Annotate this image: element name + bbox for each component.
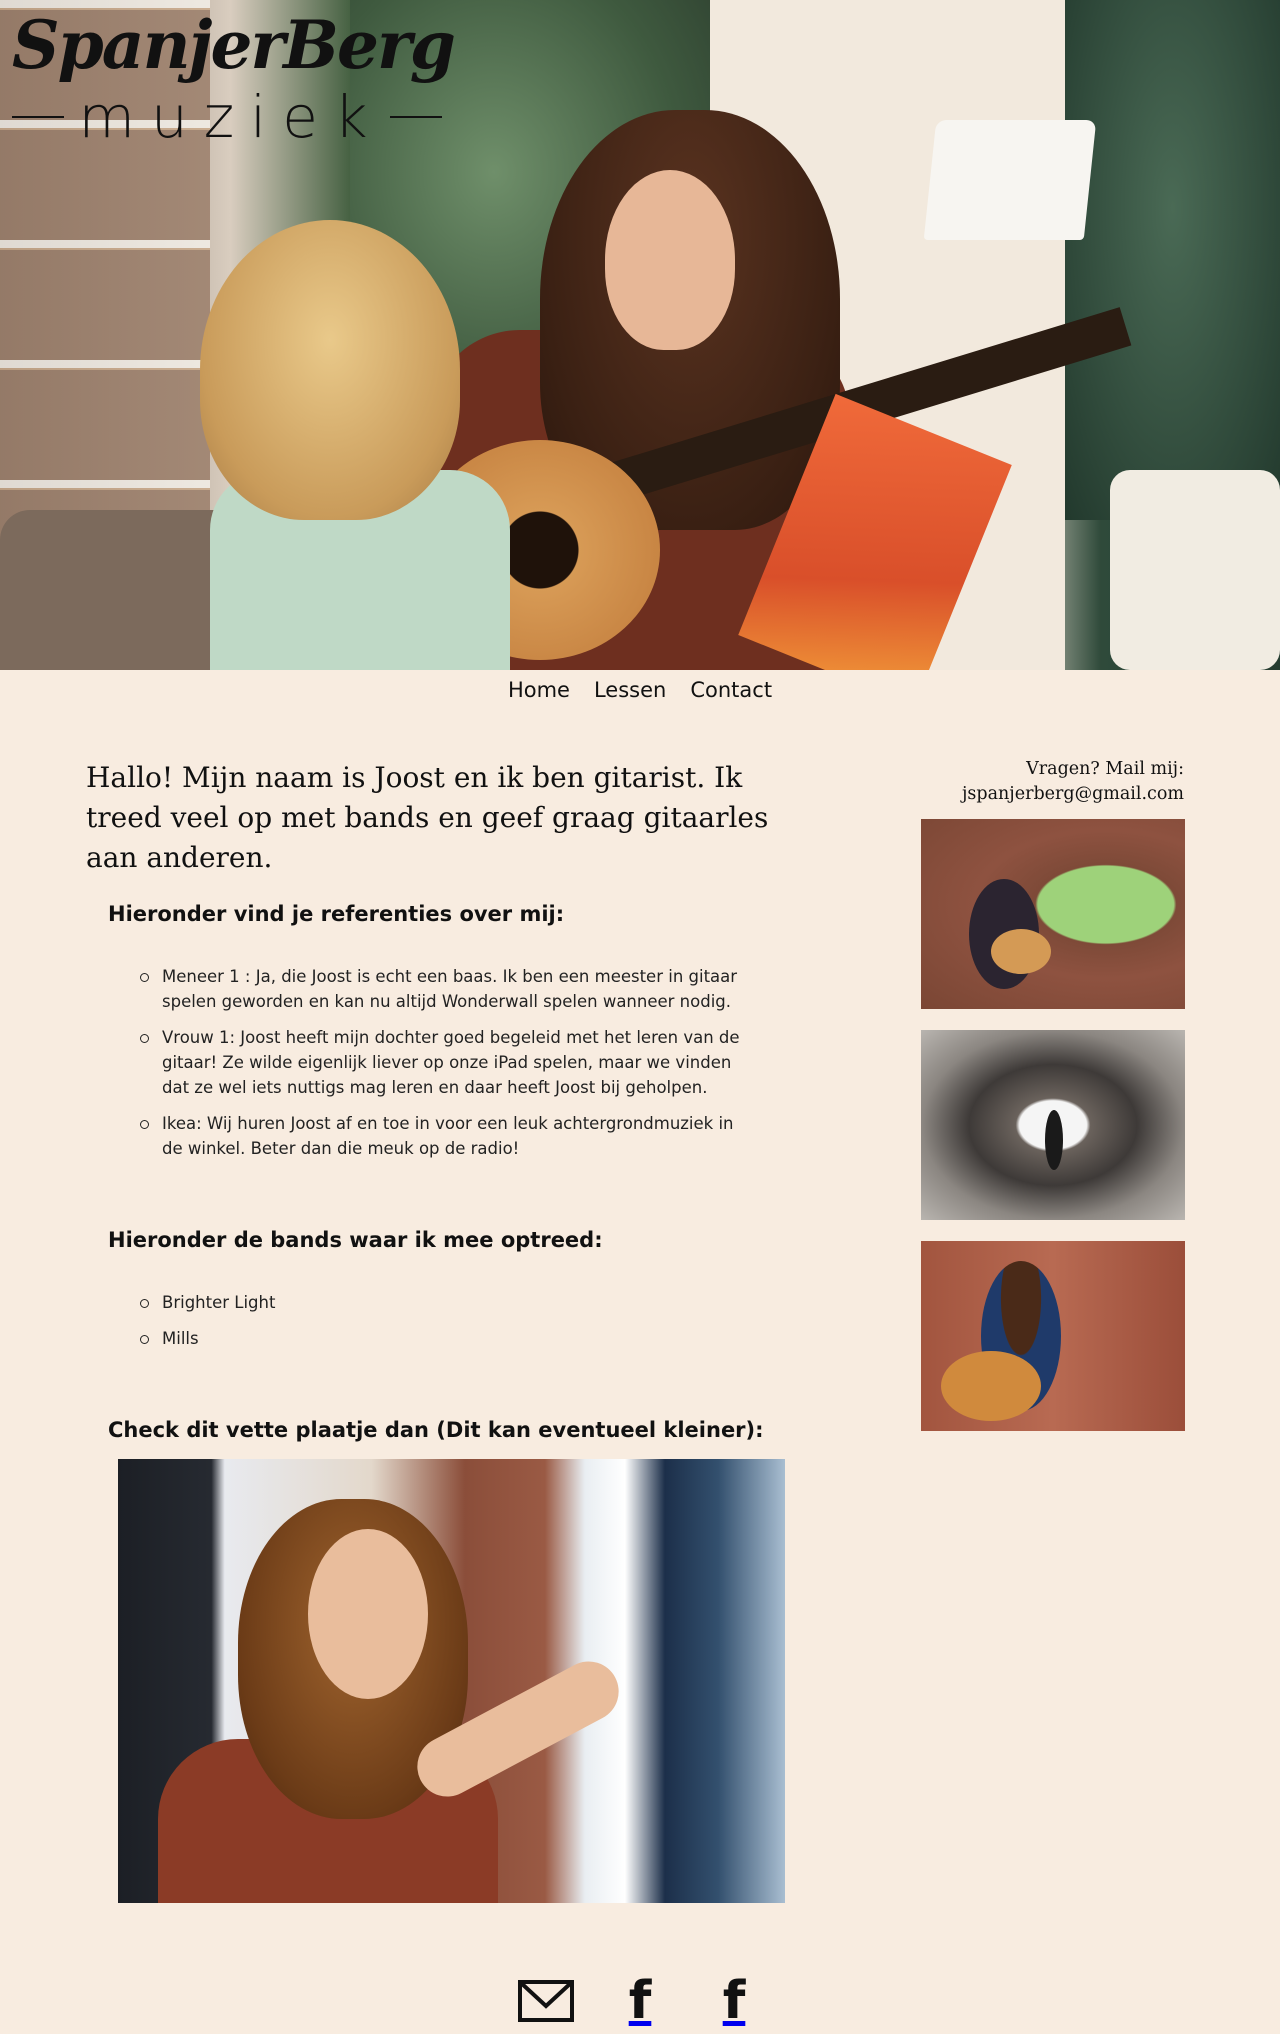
- logo-script: SpanjerBerg: [12, 6, 456, 84]
- list-item: Vrouw 1: Joost heeft mijn dochter goed b…: [140, 1025, 740, 1100]
- guitarist: [605, 170, 735, 350]
- hero-image: SpanjerBerg muziek: [0, 0, 1280, 670]
- mail-icon[interactable]: [517, 1978, 575, 2024]
- lamp: [923, 120, 1097, 240]
- side-photo-3: [921, 1241, 1185, 1431]
- logo-subtitle: muziek: [78, 83, 384, 151]
- side-photo-1: [921, 819, 1185, 1009]
- list-item: Brighter Light: [140, 1290, 740, 1315]
- facebook-icon[interactable]: f: [705, 1975, 763, 2027]
- footer-icons: f f: [0, 1975, 1280, 2027]
- feature-photo: [118, 1459, 785, 1903]
- nav-contact[interactable]: Contact: [690, 678, 772, 702]
- facebook-icon[interactable]: f: [611, 1975, 669, 2027]
- bands-heading: Hieronder de bands waar ik mee optreed:: [108, 1228, 603, 1252]
- site-logo[interactable]: SpanjerBerg muziek: [12, 6, 456, 172]
- list-item: Meneer 1 : Ja, die Joost is echt een baa…: [140, 964, 740, 1014]
- main-nav: Home Lessen Contact: [0, 678, 1280, 702]
- nav-lessen[interactable]: Lessen: [594, 678, 666, 702]
- photo-heading: Check dit vette plaatje dan (Dit kan eve…: [108, 1418, 764, 1442]
- contact-box: Vragen? Mail mij: jspanjerberg@gmail.com: [962, 757, 1184, 807]
- contact-email[interactable]: jspanjerberg@gmail.com: [962, 782, 1184, 807]
- references-list: Meneer 1 : Ja, die Joost is echt een baa…: [140, 964, 740, 1172]
- nav-home[interactable]: Home: [508, 678, 570, 702]
- intro-text: Hallo! Mijn naam is Joost en ik ben gita…: [86, 761, 769, 874]
- references-heading: Hieronder vind je referenties over mij:: [108, 902, 565, 926]
- list-item: Ikea: Wij huren Joost af en toe in voor …: [140, 1111, 740, 1161]
- child: [200, 220, 460, 520]
- contact-label: Vragen? Mail mij:: [1026, 759, 1184, 779]
- side-photo-2: [921, 1030, 1185, 1220]
- list-item: Mills: [140, 1326, 740, 1351]
- bands-list: Brighter Light Mills: [140, 1290, 740, 1362]
